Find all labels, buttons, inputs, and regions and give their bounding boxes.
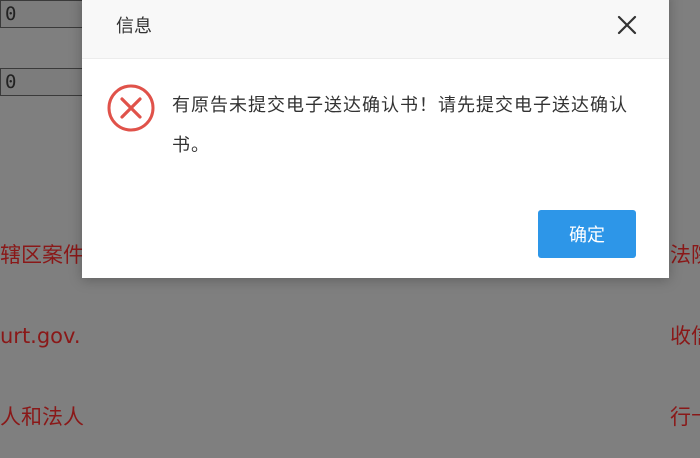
background-right-line-1: 法院 <box>670 243 700 267</box>
error-circle-x-icon <box>106 83 156 133</box>
background-left-line-2: urt.gov. <box>0 324 81 348</box>
confirm-button[interactable]: 确定 <box>538 210 636 258</box>
background-right-line-3: 行卡 <box>670 405 700 429</box>
background-text-right: 法院 收信 行卡 <box>670 188 700 458</box>
background-right-line-2: 收信 <box>670 324 700 348</box>
info-dialog: 信息 有原告未提交电子送达确认书！请先提交电子送达确认书。 确定 <box>82 0 669 278</box>
background-input-1: 0 <box>0 0 86 28</box>
dialog-header: 信息 <box>82 0 669 59</box>
dialog-message: 有原告未提交电子送达确认书！请先提交电子送达确认书。 <box>172 95 628 156</box>
dialog-title: 信息 <box>116 16 152 37</box>
background-text-left: 辖区案件 urt.gov. 人和法人 <box>0 188 84 458</box>
background-input-2: 0 <box>0 68 86 96</box>
dialog-body: 有原告未提交电子送达确认书！请先提交电子送达确认书。 <box>82 58 669 198</box>
close-icon[interactable] <box>614 12 640 38</box>
background-left-line-1: 辖区案件 <box>0 243 84 267</box>
background-left-line-3: 人和法人 <box>0 405 84 429</box>
